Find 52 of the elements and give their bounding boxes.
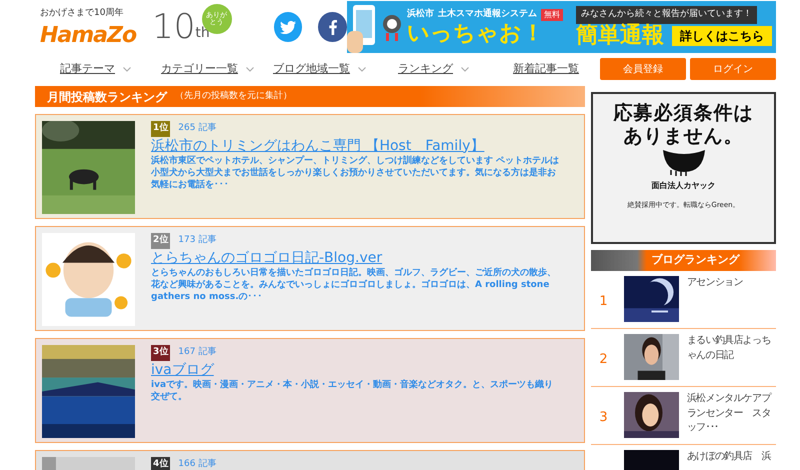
- ad-banner[interactable]: 浜松市 土木スマホ通報システム 無料 いっちゃお！ みなさんから続々と報告が届いています！ 簡単通報 詳しくはこちら: [346, 1, 776, 53]
- banner-headline: 簡単通報: [576, 24, 664, 48]
- sidebar-title: ブログランキング: [652, 252, 740, 268]
- ranking-item[interactable]: 2 まるい釣具店よっちゃんの日記: [591, 329, 776, 387]
- blog-description: とらちゃんのおもしろい日常を描いたゴロゴロ日記。映画、ゴルフ、ラグビー、ご近所の犬の散歩、花など興味があることを。みんなでいっしょにゴロゴロしましょ。ゴロゴロは、A rolling stone gathers no moss.の･･･: [151, 266, 557, 304]
- banner-message: みなさんから続々と報告が届いています！: [576, 6, 758, 24]
- facebook-button[interactable]: [318, 12, 347, 42]
- rank-badge: 1位: [151, 121, 170, 136]
- ranking-item[interactable]: あけぼの釣具店 浜: [591, 445, 776, 470]
- banner-city: 浜松市: [406, 8, 434, 22]
- anniversary-number: 10: [152, 10, 196, 44]
- banner-system: 土木スマホ通報システム: [438, 8, 537, 22]
- rank-badge: 2位: [151, 233, 170, 248]
- ad-headline: 応募必須条件はありません。: [612, 102, 754, 148]
- rank-badge: 4位: [151, 457, 170, 470]
- logo-tagline: おかげさまで10周年: [40, 7, 124, 20]
- ranking-subtitle: （先月の投稿数を元に集計）: [175, 90, 292, 103]
- blog-name: 浜松メンタルケアプランセンター スタッフ･･･: [686, 392, 772, 435]
- nav-link[interactable]: ブログ地域一覧: [273, 60, 398, 78]
- ranking-card[interactable]: 3位 167 記事 ivaブログ ivaです。映画・漫画・アニメ・本・小説・エッセイ・動画・音楽などオタク。と、スポーツも織り交ぜて。: [35, 338, 585, 443]
- ad-company: 面白法人カヤック: [652, 180, 716, 192]
- blog-name: アセンション: [686, 276, 744, 290]
- post-count: 167 記事: [178, 346, 216, 359]
- details-button[interactable]: 詳しくはこちら: [672, 26, 772, 46]
- ranking-card[interactable]: 1位 265 記事 浜松市のトリミングはわんこ専門 【Host Family】 浜松市東区でペットホテル、シャンプー、トリミング、しつけ訓練などをしています ペットホテルは小型犬から大型犬までお世話をしっかり楽しくお預かりさせていただいてます。気になる方は是非お気軽にお電話を･･･: [35, 114, 585, 219]
- banner-slogan: いっちゃお！: [406, 22, 545, 46]
- rank-badge: 3位: [151, 345, 170, 360]
- mascot-icon: [660, 148, 706, 176]
- post-count: 166 記事: [178, 458, 216, 470]
- blog-name: まるい釣具店よっちゃんの日記: [686, 334, 772, 362]
- rank-number: 1: [598, 293, 609, 312]
- f-letter-icon: [328, 20, 337, 34]
- blog-description: 浜松市東区でペットホテル、シャンプー、トリミング、しつけ訓練などをしています ペットホテルは小型犬から大型犬までお世話をしっかり楽しくお預かりさせていただいてます。気になる方は是非お気軽にお電話を･･･: [151, 154, 560, 192]
- post-count: 173 記事: [178, 234, 216, 247]
- ranking-item[interactable]: 3 浜松メンタルケアプランセンター スタッフ･･･: [591, 387, 776, 445]
- robot-icon: [380, 12, 403, 42]
- post-count: 265 記事: [178, 122, 216, 135]
- rank-number: 3: [598, 409, 609, 428]
- nav-link[interactable]: ランキング: [398, 60, 513, 78]
- nav-link[interactable]: 新着記事一覧: [513, 60, 579, 78]
- blog-description: ivaです。映画・漫画・アニメ・本・小説・エッセイ・動画・音楽などオタク。と、スポーツも織り交ぜて。: [151, 378, 554, 403]
- ranking-card[interactable]: 4位 166 記事: [35, 450, 585, 470]
- anniversary-suffix: th: [195, 25, 210, 43]
- free-badge: 無料: [540, 8, 563, 21]
- nav-link[interactable]: 記事テーマ: [60, 60, 161, 78]
- rank-number: 2: [598, 351, 609, 370]
- nav-link[interactable]: カテゴリー一覧: [161, 60, 273, 78]
- ranking-item[interactable]: 1 アセンション: [591, 271, 776, 329]
- bird-icon: [280, 20, 296, 34]
- twitter-button[interactable]: [274, 12, 302, 42]
- blog-name: あけぼの釣具店 浜: [686, 450, 772, 464]
- ranking-title: 月間投稿数ランキング: [47, 88, 167, 106]
